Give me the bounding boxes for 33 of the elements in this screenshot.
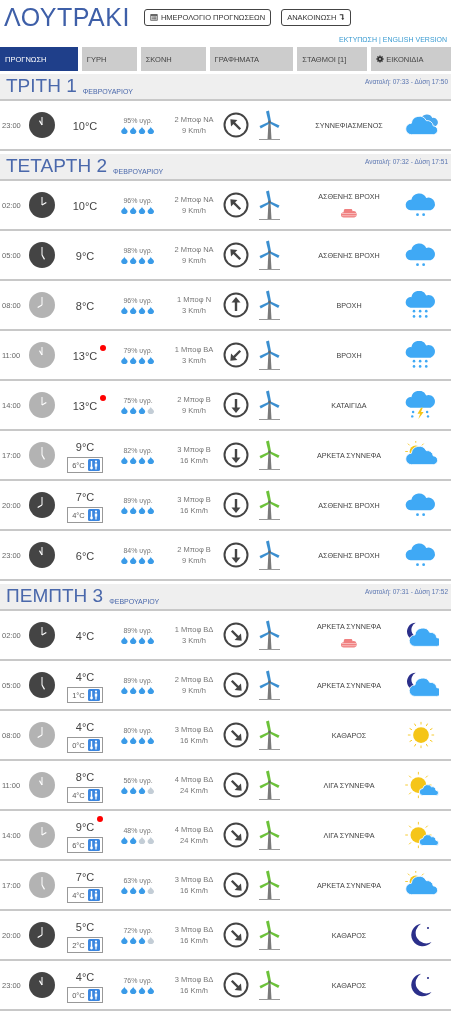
day-title: ΠΕΜΠΤΗ 3 — [6, 586, 104, 605]
thermometer-person-icon — [87, 509, 100, 521]
day-title: ΤΕΤΑΡΤΗ 2 — [6, 156, 107, 175]
temperature-text: 4°C — [75, 721, 95, 733]
thermometer-person-icon — [87, 939, 100, 951]
temperature-text: 10°C — [72, 200, 98, 212]
site-title: ΛΟΥΤΡΑΚΙ — [4, 2, 130, 32]
thermometer-person-icon — [87, 989, 100, 1001]
thermometer-person-icon — [87, 739, 100, 751]
temperature-text: 9°C — [75, 250, 95, 262]
temperature-text: 4°C — [75, 671, 95, 683]
temperature-text: 6°C — [75, 550, 95, 562]
temperature-text: 8°C — [75, 771, 95, 783]
temperature-text: 8°C — [75, 300, 95, 312]
thermometer-person-icon — [87, 459, 100, 471]
gear-icon — [376, 55, 385, 63]
temperature-text: 9°C — [75, 441, 95, 453]
temperature-text: 10°C — [72, 120, 98, 132]
thermometer-person-icon — [87, 889, 100, 901]
temperature-text: 4°C — [75, 630, 95, 642]
temperature-text: 5°C — [75, 921, 95, 933]
temperature-text: 13°C — [72, 400, 98, 412]
temperature-text: 7°C — [75, 871, 95, 883]
temperature-text: 9°C — [75, 821, 95, 833]
arrow-icon — [339, 13, 346, 21]
calendar-icon — [149, 13, 158, 21]
temperature-text: 13°C — [72, 350, 98, 362]
thermometer-person-icon — [87, 789, 100, 801]
day-title: ΤΡΙΤΗ 1 — [6, 76, 77, 95]
temperature-text: 7°C — [75, 491, 95, 503]
thermometer-person-icon — [87, 839, 100, 851]
thermometer-person-icon — [87, 689, 100, 701]
temperature-text: 4°C — [75, 971, 95, 983]
